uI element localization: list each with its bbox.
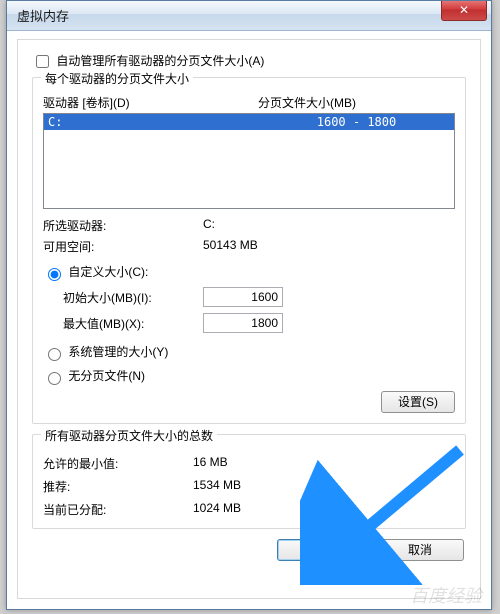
system-managed-label: 系统管理的大小(Y) [68, 345, 168, 359]
no-paging-radio[interactable] [48, 372, 61, 385]
system-managed-radio[interactable] [48, 348, 61, 361]
initial-size-input[interactable] [203, 287, 283, 307]
set-button[interactable]: 设置(S) [381, 391, 455, 413]
recommended-row: 推荐: 1534 MB [43, 478, 455, 495]
min-allowed-row: 允许的最小值: 16 MB [43, 455, 455, 472]
list-item[interactable]: C: 1600 - 1800 [44, 114, 454, 130]
selected-drive-value: C: [203, 217, 455, 234]
window-title: 虚拟内存 [17, 6, 69, 25]
min-allowed-value: 16 MB [193, 455, 228, 472]
currently-allocated-value: 1024 MB [193, 501, 241, 518]
free-space-label: 可用空间: [43, 238, 203, 255]
no-paging-row: 无分页文件(N) [43, 367, 455, 385]
initial-size-label: 初始大小(MB)(I): [63, 289, 203, 306]
system-managed-row: 系统管理的大小(Y) [43, 343, 455, 361]
auto-manage-row: 自动管理所有驱动器的分页文件大小(A) [32, 52, 466, 71]
close-button[interactable]: ✕ [441, 1, 487, 21]
close-icon: ✕ [459, 3, 469, 17]
list-item-size: 1600 - 1800 [259, 114, 454, 130]
recommended-value: 1534 MB [193, 478, 241, 495]
selected-drive-label: 所选驱动器: [43, 217, 203, 234]
initial-size-row: 初始大小(MB)(I): [63, 287, 455, 307]
set-button-row: 设置(S) [43, 391, 455, 413]
custom-size-label: 自定义大小(C): [68, 265, 148, 279]
totals-group: 所有驱动器分页文件大小的总数 允许的最小值: 16 MB 推荐: 1534 MB… [32, 434, 466, 529]
custom-size-row: 自定义大小(C): [43, 263, 455, 281]
totals-group-title: 所有驱动器分页文件大小的总数 [41, 427, 217, 444]
auto-manage-checkbox[interactable] [36, 55, 49, 68]
currently-allocated-row: 当前已分配: 1024 MB [43, 501, 455, 518]
cancel-button[interactable]: 取消 [376, 539, 464, 561]
col-drive-header: 驱动器 [卷标](D) [43, 94, 258, 111]
min-allowed-label: 允许的最小值: [43, 455, 193, 472]
drive-listbox[interactable]: C: 1600 - 1800 [43, 113, 455, 209]
auto-manage-label: 自动管理所有驱动器的分页文件大小(A) [56, 54, 264, 68]
dialog-footer: 确定 取消 [32, 539, 466, 561]
titlebar: 虚拟内存 ✕ [7, 1, 491, 31]
list-header: 驱动器 [卷标](D) 分页文件大小(MB) [43, 94, 455, 111]
per-drive-group-title: 每个驱动器的分页文件大小 [41, 70, 193, 87]
ok-button[interactable]: 确定 [277, 539, 365, 561]
recommended-label: 推荐: [43, 478, 193, 495]
max-size-row: 最大值(MB)(X): [63, 313, 455, 333]
col-size-header: 分页文件大小(MB) [258, 94, 455, 111]
max-size-label: 最大值(MB)(X): [63, 315, 203, 332]
free-space-value: 50143 MB [203, 238, 455, 255]
dialog-body: 自动管理所有驱动器的分页文件大小(A) 每个驱动器的分页文件大小 驱动器 [卷标… [17, 39, 481, 599]
dialog-window: 虚拟内存 ✕ 自动管理所有驱动器的分页文件大小(A) 每个驱动器的分页文件大小 … [6, 0, 492, 610]
selected-drive-row: 所选驱动器: C: [43, 217, 455, 234]
custom-size-radio[interactable] [48, 268, 61, 281]
max-size-input[interactable] [203, 313, 283, 333]
per-drive-group: 每个驱动器的分页文件大小 驱动器 [卷标](D) 分页文件大小(MB) C: 1… [32, 77, 466, 423]
list-item-drive: C: [44, 114, 259, 130]
currently-allocated-label: 当前已分配: [43, 501, 193, 518]
free-space-row: 可用空间: 50143 MB [43, 238, 455, 255]
no-paging-label: 无分页文件(N) [68, 369, 145, 383]
